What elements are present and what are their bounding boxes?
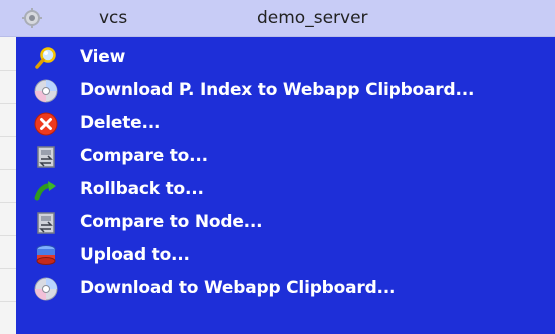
gutter-divider (0, 136, 16, 137)
gutter-divider (0, 202, 16, 203)
delete-icon (34, 112, 58, 136)
menu-item-label: Download P. Index to Webapp Clipboard... (80, 80, 475, 100)
rollback-arrow-icon (34, 181, 56, 201)
menu-item-compare-to[interactable]: Compare to... (16, 140, 555, 173)
magnifier-icon (35, 47, 56, 69)
menu-item-label: Delete... (80, 113, 161, 133)
gutter-divider (0, 103, 16, 104)
gutter-divider (0, 301, 16, 302)
compare-icon (37, 212, 55, 234)
context-menu: View Download P. Index to Webapp Clipboa… (16, 37, 555, 334)
gutter-divider (0, 70, 16, 71)
menu-item-rollback-to[interactable]: Rollback to... (16, 173, 555, 206)
menu-item-upload-to[interactable]: Upload to... (16, 239, 555, 272)
menu-item-view[interactable]: View (16, 41, 555, 74)
table-row-selected[interactable]: vcs demo_server (0, 0, 555, 37)
menu-item-label: View (80, 47, 126, 67)
menu-item-compare-to-node[interactable]: Compare to Node... (16, 206, 555, 239)
gutter-divider (0, 169, 16, 170)
disc-download-icon (34, 79, 58, 103)
row-name-cell: demo_server (257, 8, 368, 28)
row-type-cell: vcs (99, 8, 128, 28)
menu-item-label: Upload to... (80, 245, 190, 265)
menu-item-label: Rollback to... (80, 179, 204, 199)
disc-download-icon (34, 277, 58, 301)
table-gutter (0, 37, 17, 334)
menu-item-delete[interactable]: Delete... (16, 107, 555, 140)
gutter-divider (0, 268, 16, 269)
gear-icon (22, 8, 42, 28)
gutter-divider (0, 235, 16, 236)
menu-item-label: Download to Webapp Clipboard... (80, 278, 396, 298)
menu-item-download-p-index[interactable]: Download P. Index to Webapp Clipboard... (16, 74, 555, 107)
upload-icon (36, 245, 56, 265)
compare-icon (37, 146, 55, 168)
menu-item-label: Compare to... (80, 146, 208, 166)
menu-item-download-to-clipboard[interactable]: Download to Webapp Clipboard... (16, 272, 555, 305)
menu-item-label: Compare to Node... (80, 212, 263, 232)
